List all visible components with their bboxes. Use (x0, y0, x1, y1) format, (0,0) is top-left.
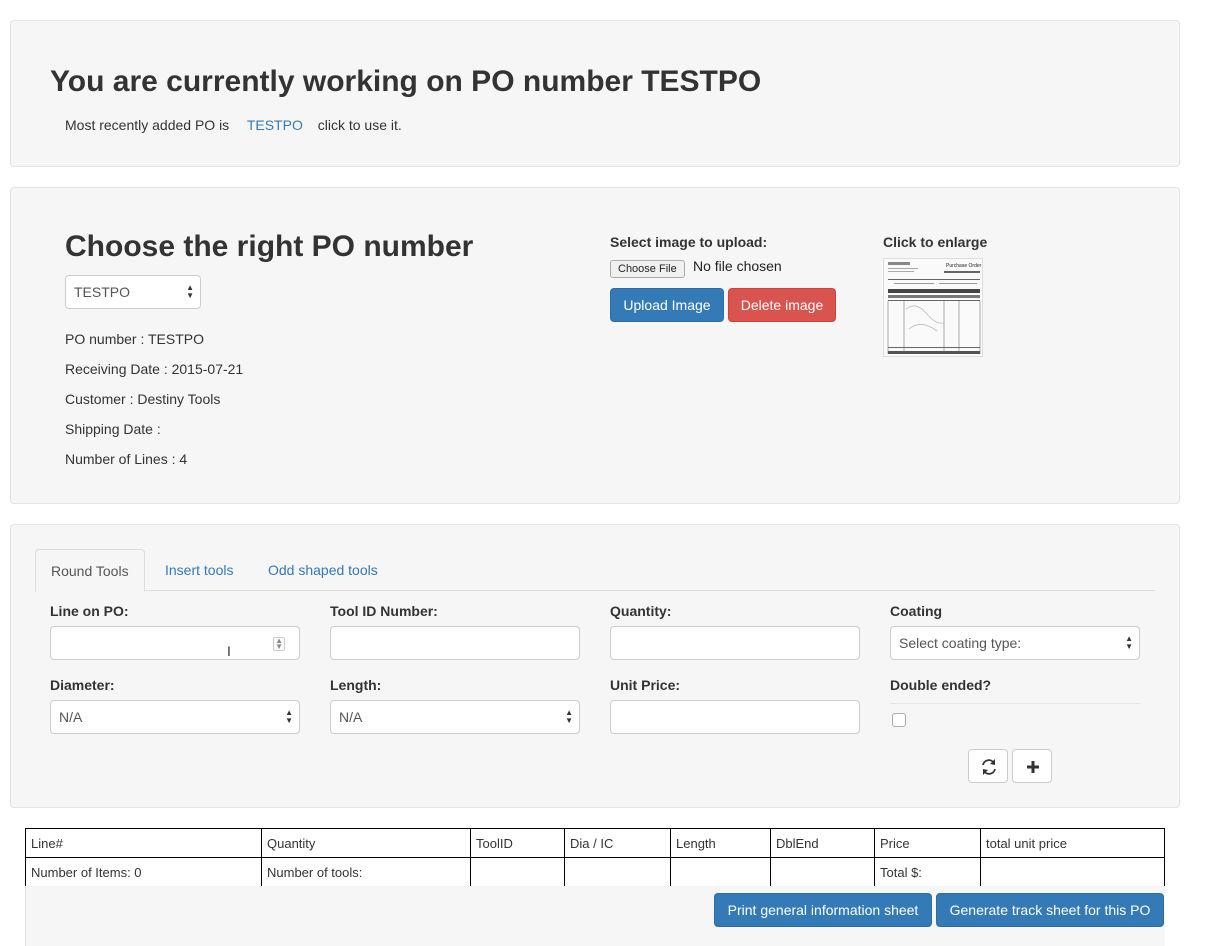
tool-id-input[interactable] (330, 626, 580, 660)
delete-image-button[interactable]: Delete image (728, 288, 836, 322)
quantity-input[interactable] (610, 626, 860, 660)
tab-round-tools[interactable]: Round Tools (35, 549, 145, 592)
text-cursor-icon: I (227, 643, 231, 659)
table-cell (770, 857, 875, 887)
length-select-value: N/A (339, 709, 363, 725)
unit-price-input[interactable] (610, 700, 860, 734)
header-cell: Quantity (261, 828, 471, 858)
table-cell (980, 857, 1165, 887)
customer-info: Customer : Destiny Tools (65, 391, 221, 407)
enlarge-label: Click to enlarge (883, 234, 988, 250)
length-select[interactable]: N/A ▲ ▼ (330, 700, 580, 734)
po-number-select[interactable]: TESTPO ▲ ▼ (65, 275, 201, 309)
no-file-text: No file chosen (693, 258, 782, 274)
recent-po-suffix: click to use it. (317, 117, 402, 133)
diameter-select[interactable]: N/A ▲ ▼ (50, 700, 300, 734)
number-of-items-cell: Number of Items: 0 (25, 857, 262, 887)
tools-summary-table: Line# Quantity ToolID Dia / IC Length Db… (25, 828, 1165, 887)
table-cell (670, 857, 771, 887)
select-arrows-icon: ▲ ▼ (285, 708, 293, 725)
coating-select[interactable]: Select coating type: ▲ ▼ (890, 626, 1140, 660)
tool-entry-panel: Round Tools Insert tools Odd shaped tool… (10, 524, 1180, 808)
thumbnail-header-text: Purchase Order (946, 263, 982, 269)
table-header-row: Line# Quantity ToolID Dia / IC Length Db… (25, 828, 1165, 858)
choose-file-button[interactable]: Choose File (610, 260, 685, 278)
coating-label: Coating (890, 603, 943, 619)
number-spinner-icon[interactable]: ▲ ▼ (273, 637, 285, 651)
current-po-panel: You are currently working on PO number T… (10, 20, 1180, 167)
diameter-label: Diameter: (50, 677, 115, 693)
print-info-sheet-button[interactable]: Print general information sheet (714, 893, 932, 927)
recent-po-line: Most recently added PO is TESTPO click t… (65, 117, 402, 133)
diameter-select-value: N/A (59, 709, 83, 725)
receiving-date-info: Receiving Date : 2015-07-21 (65, 361, 244, 377)
number-of-tools-cell: Number of tools: (261, 857, 471, 887)
upload-image-button[interactable]: Upload Image (610, 288, 724, 322)
select-arrows-icon: ▲ ▼ (565, 708, 573, 725)
po-number-info: PO number : TESTPO (65, 331, 205, 347)
coating-select-value: Select coating type: (899, 635, 1022, 651)
length-label: Length: (330, 677, 382, 693)
tool-id-label: Tool ID Number: (330, 603, 438, 619)
tab-insert-tools[interactable]: Insert tools (150, 549, 248, 591)
header-cell: total unit price (980, 828, 1165, 858)
upload-label: Select image to upload: (610, 234, 768, 250)
po-image-thumbnail[interactable]: Purchase Order (883, 258, 983, 357)
page-title: You are currently working on PO number T… (50, 65, 762, 98)
recent-po-label: Most recently added PO is (65, 117, 230, 133)
header-cell: Length (670, 828, 771, 858)
total-label-cell: Total $: (874, 857, 981, 887)
add-tool-button[interactable] (1012, 749, 1052, 783)
divider (890, 703, 1140, 704)
shipping-date-info: Shipping Date : (65, 421, 161, 437)
generate-track-sheet-button[interactable]: Generate track sheet for this PO (936, 893, 1164, 927)
reset-button[interactable] (968, 749, 1008, 783)
line-on-po-input[interactable]: ▲ ▼ I (50, 626, 300, 660)
table-footer-row: Number of Items: 0 Number of tools: Tota… (25, 857, 1165, 887)
table-cell (564, 857, 671, 887)
number-of-lines-info: Number of Lines : 4 (65, 451, 188, 467)
double-ended-checkbox[interactable] (892, 713, 906, 727)
document-thumbnail-image: Purchase Order (884, 259, 982, 356)
double-ended-label: Double ended? (890, 677, 992, 693)
quantity-label: Quantity: (610, 603, 672, 619)
tab-odd-shaped-tools[interactable]: Odd shaped tools (253, 549, 393, 591)
unit-price-label: Unit Price: (610, 677, 681, 693)
tool-type-tabs: Round Tools Insert tools Odd shaped tool… (35, 549, 1155, 592)
header-cell: Dia / IC (564, 828, 671, 858)
po-select-value: TESTPO (74, 284, 131, 300)
po-selection-panel: Choose the right PO number TESTPO ▲ ▼ PO … (10, 187, 1180, 504)
header-cell: ToolID (470, 828, 565, 858)
refresh-icon (982, 759, 996, 775)
recent-po-link[interactable]: TESTPO (247, 117, 303, 133)
choose-po-title: Choose the right PO number (65, 230, 474, 263)
table-cell (470, 857, 565, 887)
select-arrows-icon: ▲ ▼ (1125, 634, 1133, 651)
line-on-po-label: Line on PO: (50, 603, 129, 619)
plus-icon (1027, 761, 1039, 773)
header-cell: Price (874, 828, 981, 858)
header-cell: DblEnd (770, 828, 875, 858)
select-arrows-icon: ▲ ▼ (186, 283, 194, 300)
header-cell: Line# (25, 828, 262, 858)
